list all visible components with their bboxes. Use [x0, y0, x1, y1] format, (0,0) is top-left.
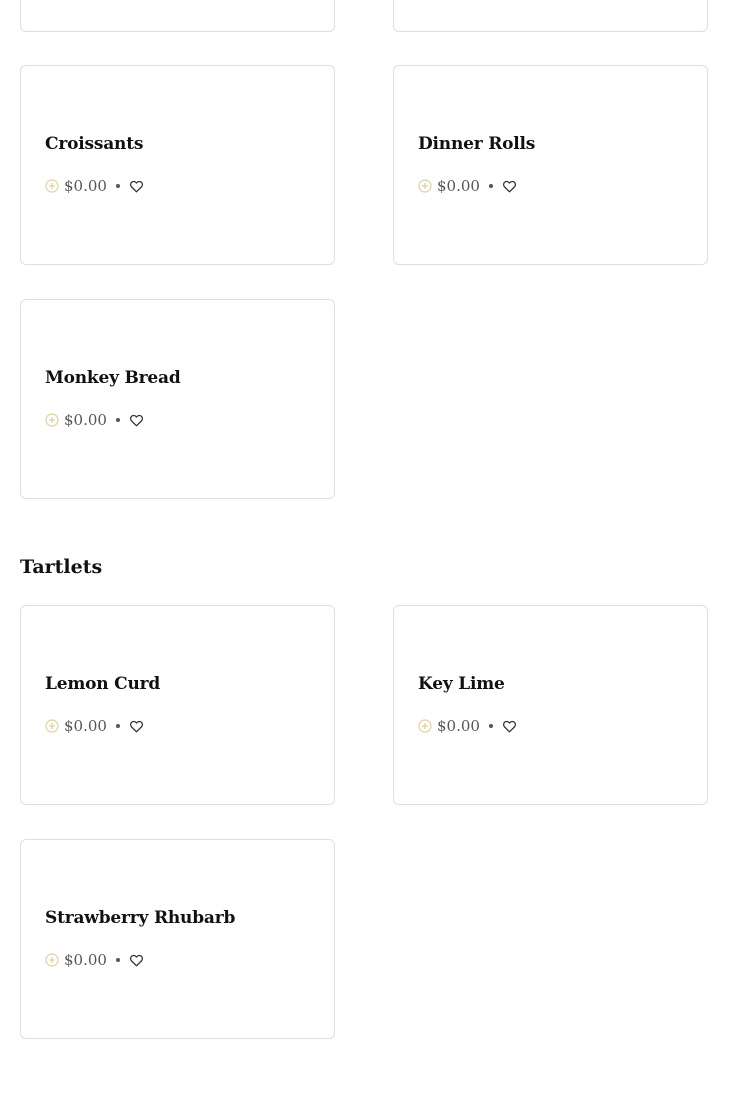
- menu-item-name: Strawberry Rhubarb: [45, 908, 236, 928]
- plus-circle-icon[interactable]: [45, 953, 59, 967]
- menu-item-card[interactable]: Strawberry Rhubarb $0.00: [20, 839, 335, 1039]
- separator-dot: [488, 724, 493, 728]
- menu-item-price: $0.00: [437, 717, 480, 735]
- menu-item-name: Key Lime: [418, 674, 505, 694]
- menu-item-name: Dinner Rolls: [418, 134, 536, 154]
- separator-dot: [115, 958, 120, 962]
- menu-item-name: Monkey Bread: [45, 368, 181, 388]
- menu-item-card[interactable]: Monkey Bread $0.00: [20, 299, 335, 499]
- menu-item-price: $0.00: [64, 951, 107, 969]
- heart-icon[interactable]: [502, 179, 517, 194]
- heart-icon[interactable]: [129, 953, 144, 968]
- menu-item-card[interactable]: Croissants $0.00: [20, 65, 335, 265]
- menu-item-name: Lemon Curd: [45, 674, 161, 694]
- separator-dot: [115, 184, 120, 188]
- menu-item-meta: $0.00: [418, 176, 517, 196]
- menu-item-name: Croissants: [45, 134, 144, 154]
- menu-item-meta: $0.00: [418, 716, 517, 736]
- section-title: Tartlets: [20, 556, 103, 578]
- separator-dot: [488, 184, 493, 188]
- menu-item-card[interactable]: Dinner Rolls $0.00: [393, 65, 708, 265]
- menu-item-price: $0.00: [64, 411, 107, 429]
- menu-item-card[interactable]: Key Lime $0.00: [393, 605, 708, 805]
- menu-item-card-partial[interactable]: [393, 0, 708, 32]
- menu-item-card[interactable]: Lemon Curd $0.00: [20, 605, 335, 805]
- plus-circle-icon[interactable]: [45, 719, 59, 733]
- menu-item-price: $0.00: [64, 717, 107, 735]
- heart-icon[interactable]: [129, 413, 144, 428]
- plus-circle-icon[interactable]: [45, 179, 59, 193]
- plus-circle-icon[interactable]: [418, 719, 432, 733]
- menu-item-meta: $0.00: [45, 410, 144, 430]
- plus-circle-icon[interactable]: [45, 413, 59, 427]
- menu-item-price: $0.00: [437, 177, 480, 195]
- menu-item-meta: $0.00: [45, 950, 144, 970]
- menu-item-price: $0.00: [64, 177, 107, 195]
- plus-circle-icon[interactable]: [418, 179, 432, 193]
- heart-icon[interactable]: [502, 719, 517, 734]
- menu-item-card-partial[interactable]: [20, 0, 335, 32]
- menu-item-meta: $0.00: [45, 176, 144, 196]
- menu-item-meta: $0.00: [45, 716, 144, 736]
- separator-dot: [115, 724, 120, 728]
- separator-dot: [115, 418, 120, 422]
- heart-icon[interactable]: [129, 179, 144, 194]
- heart-icon[interactable]: [129, 719, 144, 734]
